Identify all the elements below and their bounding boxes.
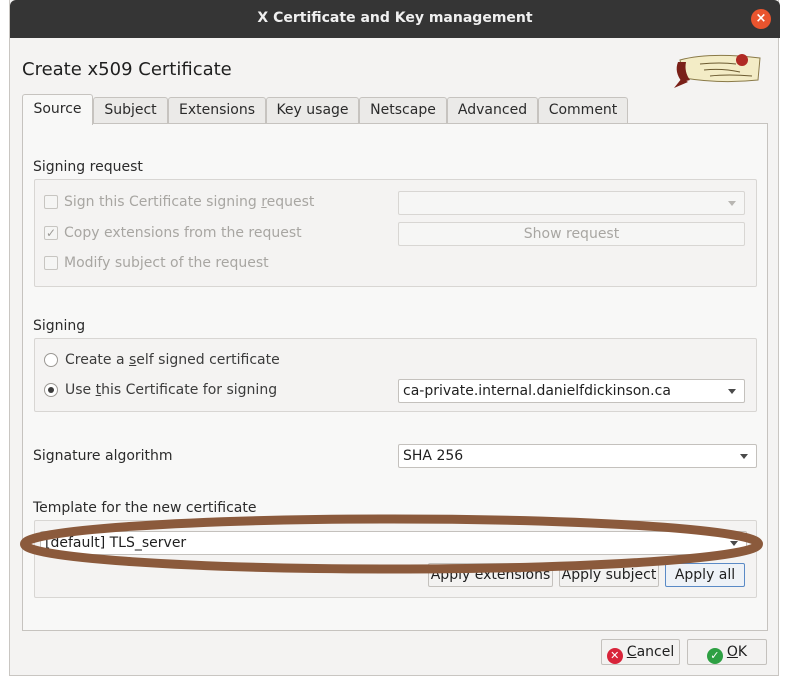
checkbox-box: [44, 195, 58, 209]
self-signed-radio[interactable]: Create a self signed certificate: [44, 352, 280, 368]
tab-subject[interactable]: Subject: [93, 97, 168, 124]
ok-button[interactable]: ✓ OK: [687, 639, 767, 665]
signing-group: Create a self signed certificate Use thi…: [34, 338, 757, 412]
cancel-icon: ✕: [606, 648, 623, 664]
signing-label: Signing: [33, 318, 86, 334]
ok-icon: ✓: [706, 648, 723, 664]
radio-circle: [44, 353, 58, 367]
apply-extensions-button[interactable]: Apply extensions: [428, 563, 553, 587]
chevron-down-icon: [728, 201, 736, 206]
tab-source[interactable]: Source: [22, 94, 93, 125]
template-label: Template for the new certificate: [33, 500, 257, 516]
use-cert-label: Use this Certificate for signing: [65, 382, 278, 398]
chevron-down-icon: [740, 454, 748, 459]
page-title: Create x509 Certificate: [22, 59, 232, 80]
copy-extensions-checkbox[interactable]: ✓ Copy extensions from the request: [44, 225, 302, 241]
ok-label: OK: [726, 644, 748, 660]
signing-request-group: Sign this Certificate signing request ✓ …: [34, 179, 757, 287]
copy-extensions-label: Copy extensions from the request: [64, 225, 302, 241]
sign-csr-checkbox[interactable]: Sign this Certificate signing request: [44, 194, 314, 210]
chevron-down-icon: [730, 541, 738, 546]
modify-subject-label: Modify subject of the request: [64, 255, 269, 271]
use-cert-radio[interactable]: Use this Certificate for signing: [44, 382, 277, 398]
tab-comment[interactable]: Comment: [538, 97, 628, 124]
template-group: [default] TLS_server Apply extensions Ap…: [34, 520, 757, 598]
title-bar[interactable]: X Certificate and Key management ×: [10, 0, 780, 38]
cancel-button[interactable]: ✕ Cancel: [601, 639, 680, 665]
template-value: [default] TLS_server: [45, 535, 187, 551]
apply-subject-button[interactable]: Apply subject: [559, 563, 659, 587]
chevron-down-icon: [728, 389, 736, 394]
ca-certificate-select[interactable]: ca-private.internal.danielfdickinson.ca: [398, 379, 745, 403]
close-icon[interactable]: ×: [751, 9, 771, 29]
self-signed-label: Create a self signed certificate: [65, 352, 280, 368]
apply-all-button[interactable]: Apply all: [665, 563, 745, 587]
ca-certificate-value: ca-private.internal.danielfdickinson.ca: [403, 383, 671, 399]
check-icon: ✓: [44, 226, 58, 240]
source-tab-panel: Signing request Sign this Certificate si…: [22, 123, 768, 631]
cancel-label: Cancel: [626, 644, 675, 660]
signature-algorithm-value: SHA 256: [403, 448, 464, 464]
scroll-logo-icon: [674, 54, 761, 88]
tab-key-usage[interactable]: Key usage: [266, 97, 359, 124]
signature-algorithm-label: Signature algorithm: [33, 448, 173, 464]
tab-advanced[interactable]: Advanced: [447, 97, 538, 124]
signature-algorithm-select[interactable]: SHA 256: [398, 444, 757, 468]
tab-extensions[interactable]: Extensions: [168, 97, 266, 124]
modify-subject-checkbox[interactable]: Modify subject of the request: [44, 255, 269, 271]
tab-netscape[interactable]: Netscape: [359, 97, 447, 124]
radio-circle-checked: [44, 383, 58, 397]
window-title: X Certificate and Key management: [257, 10, 533, 26]
signing-request-label: Signing request: [33, 159, 143, 175]
checkbox-box: [44, 256, 58, 270]
request-select[interactable]: [398, 191, 745, 215]
sign-csr-label: Sign this Certificate signing request: [64, 194, 315, 210]
dialog-window: X Certificate and Key management × Creat…: [9, 0, 780, 676]
template-select[interactable]: [default] TLS_server: [40, 531, 747, 555]
show-request-button[interactable]: Show request: [398, 222, 745, 246]
